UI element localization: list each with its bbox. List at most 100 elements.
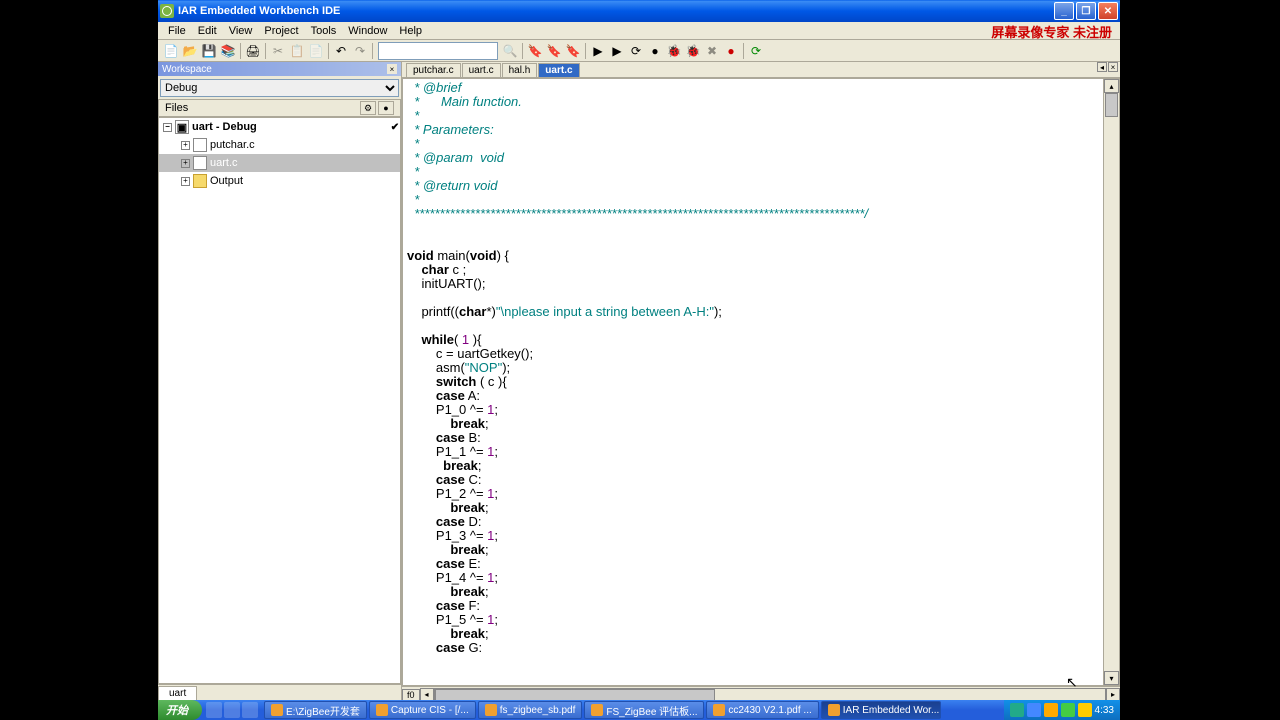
taskbar-button[interactable]: cc2430 V2.1.pdf ... xyxy=(706,701,818,719)
project-name: uart - Debug xyxy=(192,121,257,133)
scroll-thumb[interactable] xyxy=(1105,93,1118,117)
quick-launch xyxy=(206,702,258,718)
ql-icon[interactable] xyxy=(206,702,222,718)
clock[interactable]: 4:33 xyxy=(1095,705,1114,716)
app-icon xyxy=(160,4,174,18)
stop-build-icon[interactable]: ⟳ xyxy=(627,42,645,60)
toggle-breakpoint-icon[interactable]: ● xyxy=(646,42,664,60)
menu-file[interactable]: File xyxy=(162,25,192,37)
workspace-close-icon[interactable]: × xyxy=(387,64,397,74)
file-icon xyxy=(193,156,207,170)
tree-item-label: putchar.c xyxy=(210,139,255,151)
debug-icon[interactable]: 🐞 xyxy=(665,42,683,60)
debug-icon2[interactable]: 🐞 xyxy=(684,42,702,60)
tray-icon[interactable] xyxy=(1078,703,1092,717)
tray-icon[interactable] xyxy=(1044,703,1058,717)
task-label: cc2430 V2.1.pdf ... xyxy=(728,705,811,716)
refresh-icon[interactable]: ⟳ xyxy=(747,42,765,60)
taskbar: 开始 E:\ZigBee开发套 Capture CIS - [/...fs_zig… xyxy=(158,700,1120,720)
editor-tab[interactable]: uart.c xyxy=(462,63,501,77)
cut-icon[interactable]: ✂ xyxy=(269,42,287,60)
menu-edit[interactable]: Edit xyxy=(192,25,223,37)
task-icon xyxy=(485,704,497,716)
paste-icon[interactable]: 📄 xyxy=(307,42,325,60)
code-editor[interactable]: * @brief * Main function. * * Parameters… xyxy=(403,79,1103,685)
tab-close-icon[interactable]: × xyxy=(1108,62,1118,72)
bookmark-next-icon[interactable]: 🔖 xyxy=(545,42,563,60)
start-button[interactable]: 开始 xyxy=(158,700,202,720)
copy-icon[interactable]: 📋 xyxy=(288,42,306,60)
taskbar-button[interactable]: Capture CIS - [/... xyxy=(369,701,476,719)
find-combo[interactable] xyxy=(378,42,498,60)
expand-icon[interactable]: + xyxy=(181,177,190,186)
compile-icon[interactable]: ▶ xyxy=(589,42,607,60)
toolbar-separator xyxy=(328,43,329,59)
tree-project-root[interactable]: − ▣ uart - Debug ✔ xyxy=(159,118,400,136)
stop-debug-icon[interactable]: ✖ xyxy=(703,42,721,60)
fold-indicator[interactable]: f0 xyxy=(402,689,420,701)
editor-tab[interactable]: uart.c xyxy=(538,63,579,77)
task-label: IAR Embedded Wor... xyxy=(843,705,940,716)
menu-project[interactable]: Project xyxy=(258,25,304,37)
menu-view[interactable]: View xyxy=(223,25,259,37)
tray-icon[interactable] xyxy=(1061,703,1075,717)
toolbar-separator xyxy=(372,43,373,59)
maximize-button[interactable]: ❐ xyxy=(1076,2,1096,20)
print-icon[interactable]: 🖨 xyxy=(244,42,262,60)
toolbar-separator xyxy=(240,43,241,59)
tree-item-label: Output xyxy=(210,175,243,187)
taskbar-button[interactable]: FS_ZigBee 评估板... xyxy=(584,701,704,719)
workspace-title: Workspace xyxy=(162,64,212,75)
menu-help[interactable]: Help xyxy=(393,25,428,37)
taskbar-button[interactable]: IAR Embedded Wor... xyxy=(821,701,941,719)
scroll-down-icon[interactable]: ▾ xyxy=(1104,671,1119,685)
tree-item[interactable]: + uart.c xyxy=(159,154,400,172)
tree-item-label: uart.c xyxy=(210,157,238,169)
new-icon[interactable]: 📄 xyxy=(162,42,180,60)
tree-item[interactable]: + putchar.c xyxy=(159,136,400,154)
title-bar: IAR Embedded Workbench IDE _ ❐ ✕ xyxy=(158,0,1120,22)
tray-icon[interactable] xyxy=(1010,703,1024,717)
task-label: E:\ZigBee开发套 xyxy=(286,703,360,718)
redo-icon[interactable]: ↷ xyxy=(351,42,369,60)
bookmark-toggle-icon[interactable]: 🔖 xyxy=(526,42,544,60)
undo-icon[interactable]: ↶ xyxy=(332,42,350,60)
editor-tab[interactable]: hal.h xyxy=(502,63,538,77)
expand-icon[interactable]: + xyxy=(181,141,190,150)
tray-icon[interactable] xyxy=(1027,703,1041,717)
hscroll-thumb[interactable] xyxy=(435,689,715,701)
workspace-panel: Workspace × Debug Files ⚙ ● − ▣ uart - D… xyxy=(158,62,402,702)
header-btn-1[interactable]: ⚙ xyxy=(360,101,376,115)
watermark-text: 屏幕录像专家 未注册 xyxy=(991,22,1112,41)
ql-icon[interactable] xyxy=(224,702,240,718)
menu-window[interactable]: Window xyxy=(342,25,393,37)
scroll-up-icon[interactable]: ▴ xyxy=(1104,79,1119,93)
task-icon xyxy=(271,704,283,716)
open-icon[interactable]: 📂 xyxy=(181,42,199,60)
expand-icon[interactable]: + xyxy=(181,159,190,168)
toolbar-separator xyxy=(585,43,586,59)
editor-tab[interactable]: putchar.c xyxy=(406,63,461,77)
taskbar-button[interactable]: E:\ZigBee开发套 xyxy=(264,701,367,719)
tree-item[interactable]: + Output xyxy=(159,172,400,190)
menu-bar: File Edit View Project Tools Window Help xyxy=(158,22,1120,40)
file-tree[interactable]: − ▣ uart - Debug ✔ + putchar.c + uart.c … xyxy=(158,117,401,684)
collapse-icon[interactable]: − xyxy=(163,123,172,132)
minimize-button[interactable]: _ xyxy=(1054,2,1074,20)
bookmark-prev-icon[interactable]: 🔖 xyxy=(564,42,582,60)
find-icon[interactable]: 🔍 xyxy=(501,42,519,60)
save-icon[interactable]: 💾 xyxy=(200,42,218,60)
save-all-icon[interactable]: 📚 xyxy=(219,42,237,60)
vertical-scrollbar[interactable]: ▴ ▾ xyxy=(1103,79,1119,685)
record-icon[interactable]: ● xyxy=(722,42,740,60)
taskbar-button[interactable]: fs_zigbee_sb.pdf xyxy=(478,701,583,719)
make-icon[interactable]: ▶ xyxy=(608,42,626,60)
header-btn-2[interactable]: ● xyxy=(378,101,394,115)
menu-tools[interactable]: Tools xyxy=(305,25,343,37)
ql-icon[interactable] xyxy=(242,702,258,718)
config-select[interactable]: Debug xyxy=(160,79,399,97)
close-button[interactable]: ✕ xyxy=(1098,2,1118,20)
project-icon: ▣ xyxy=(175,120,189,134)
toolbar-separator xyxy=(743,43,744,59)
tab-scroll-left-icon[interactable]: ◂ xyxy=(1097,62,1107,72)
